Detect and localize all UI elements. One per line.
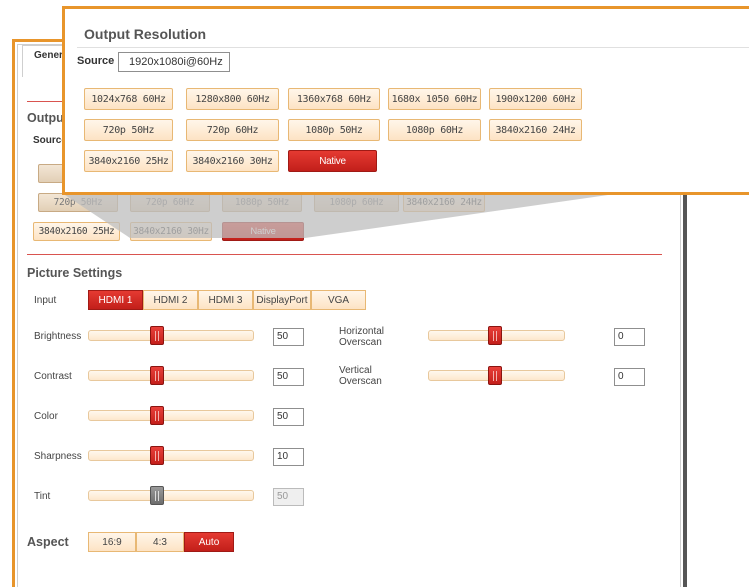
res-button-1080p50[interactable]: 1080p 50Hz	[288, 119, 380, 141]
aspect-4-3-button[interactable]: 4:3	[136, 532, 184, 552]
res-button-3840-24[interactable]: 3840x2160 24Hz	[489, 119, 582, 141]
tint-slider-thumb	[150, 486, 164, 505]
color-slider-track[interactable]	[88, 410, 254, 421]
contrast-label: Contrast	[34, 371, 72, 382]
aspect-title: Aspect	[27, 535, 69, 549]
res-button-native-bg[interactable]: Native	[222, 222, 304, 241]
v-overscan-slider-thumb[interactable]	[488, 366, 502, 385]
color-slider-thumb[interactable]	[150, 406, 164, 425]
res-button-3840-25-bg[interactable]: 3840x2160 25Hz	[33, 222, 120, 241]
contrast-slider-thumb[interactable]	[150, 366, 164, 385]
res-button-1080p60-bg[interactable]: 1080p 60Hz	[314, 193, 399, 212]
input-hdmi2-button[interactable]: HDMI 2	[143, 290, 198, 310]
contrast-value-field[interactable]: 50	[273, 368, 304, 386]
brightness-value-field[interactable]: 50	[273, 328, 304, 346]
v-overscan-label: Vertical Overscan	[339, 365, 382, 387]
res-button-3840-24-bg[interactable]: 3840x2160 24Hz	[403, 193, 485, 212]
h-overscan-label: Horizontal Overscan	[339, 326, 384, 348]
input-vga-button[interactable]: VGA	[311, 290, 366, 310]
source-label: Source	[77, 55, 115, 67]
v-overscan-label-line1: Vertical	[339, 365, 372, 376]
tint-value-field: 50	[273, 488, 304, 506]
zoom-callout: Output Resolution Source 1920x1080i@60Hz…	[62, 6, 749, 195]
section-divider	[27, 254, 662, 255]
source-value-field: 1920x1080i@60Hz	[118, 52, 230, 72]
v-overscan-value-field[interactable]: 0	[614, 368, 645, 386]
res-button-1024x768[interactable]: 1024x768 60Hz	[84, 88, 173, 110]
sharpness-label: Sharpness	[34, 451, 82, 462]
res-button-1080p50-bg[interactable]: 1080p 50Hz	[222, 193, 302, 212]
tint-slider-track	[88, 490, 254, 501]
aspect-auto-button[interactable]: Auto	[184, 532, 234, 552]
contrast-slider-track[interactable]	[88, 370, 254, 381]
output-resolution-title: Output Resolution	[84, 26, 207, 42]
brightness-label: Brightness	[34, 331, 82, 342]
res-button-1080p60[interactable]: 1080p 60Hz	[388, 119, 481, 141]
res-button-1900x1200[interactable]: 1900x1200 60Hz	[489, 88, 582, 110]
res-button-1280x800[interactable]: 1280x800 60Hz	[186, 88, 279, 110]
brightness-slider-thumb[interactable]	[150, 326, 164, 345]
res-button-1360x768[interactable]: 1360x768 60Hz	[288, 88, 380, 110]
res-button-720p60[interactable]: 720p 60Hz	[186, 119, 279, 141]
h-overscan-value-field[interactable]: 0	[614, 328, 645, 346]
res-button-native[interactable]: Native	[288, 150, 377, 172]
res-button-3840-30[interactable]: 3840x2160 30Hz	[186, 150, 279, 172]
tint-label: Tint	[34, 491, 51, 502]
brightness-slider-track[interactable]	[88, 330, 254, 341]
res-button-720p60-bg[interactable]: 720p 60Hz	[130, 193, 210, 212]
v-overscan-label-line2: Overscan	[339, 376, 382, 387]
input-displayport-button[interactable]: DisplayPort	[253, 290, 311, 310]
res-button-1680x1050[interactable]: 1680x 1050 60Hz	[388, 88, 481, 110]
input-label: Input	[34, 295, 57, 306]
res-button-3840-30-bg[interactable]: 3840x2160 30Hz	[130, 222, 212, 241]
sharpness-slider-thumb[interactable]	[150, 446, 164, 465]
popup-divider	[77, 47, 749, 48]
res-button-720p50-bg[interactable]: 720p 50Hz	[38, 193, 118, 212]
aspect-16-9-button[interactable]: 16:9	[88, 532, 136, 552]
h-overscan-slider-thumb[interactable]	[488, 326, 502, 345]
h-overscan-label-line2: Overscan	[339, 337, 382, 348]
color-value-field[interactable]: 50	[273, 408, 304, 426]
sharpness-slider-track[interactable]	[88, 450, 254, 461]
input-hdmi3-button[interactable]: HDMI 3	[198, 290, 253, 310]
input-hdmi1-button[interactable]: HDMI 1	[88, 290, 143, 310]
picture-settings-title: Picture Settings	[27, 266, 123, 280]
res-button-720p50[interactable]: 720p 50Hz	[84, 119, 173, 141]
screen: Genera Output Source 102 720p 50Hz 720p …	[0, 0, 749, 587]
window-edge	[683, 190, 687, 587]
res-button-3840-25[interactable]: 3840x2160 25Hz	[84, 150, 173, 172]
sharpness-value-field[interactable]: 10	[273, 448, 304, 466]
color-label: Color	[34, 411, 58, 422]
h-overscan-label-line1: Horizontal	[339, 326, 385, 337]
